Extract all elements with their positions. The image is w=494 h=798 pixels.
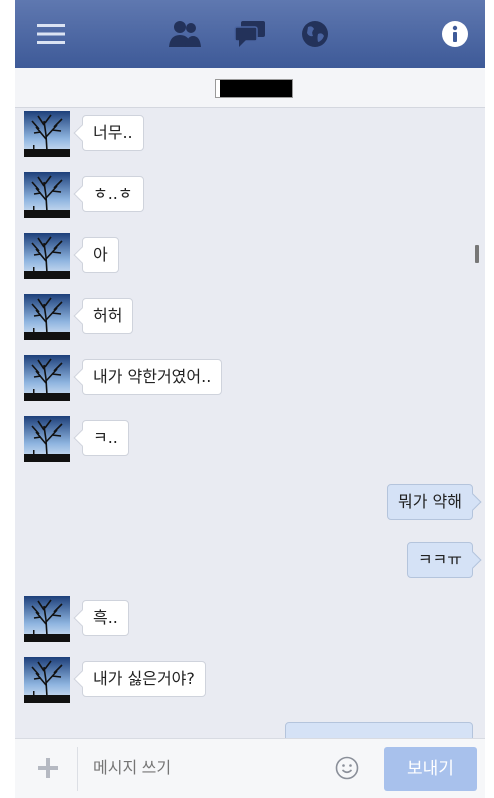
message-bubble[interactable]: 내가 약한거였어.. <box>82 359 223 395</box>
menu-icon[interactable] <box>31 14 71 54</box>
avatar[interactable] <box>24 596 70 642</box>
redacted-contact-name <box>215 79 293 98</box>
avatar[interactable] <box>24 294 70 340</box>
messages-icon[interactable] <box>230 14 270 54</box>
scrollbar[interactable] <box>475 245 479 263</box>
info-icon[interactable] <box>435 14 475 54</box>
message-input[interactable] <box>93 755 323 783</box>
avatar[interactable] <box>24 355 70 401</box>
avatar[interactable] <box>24 657 70 703</box>
incoming-message: 너무.. <box>15 111 485 159</box>
message-bubble[interactable]: 너무.. <box>82 115 144 151</box>
message-bubble[interactable]: ㅋ.. <box>82 420 129 456</box>
globe-icon[interactable] <box>295 14 335 54</box>
avatar[interactable] <box>24 233 70 279</box>
incoming-message: 아 <box>15 233 485 281</box>
message-bubble[interactable]: ㅋㅋㅠ <box>406 542 473 578</box>
message-list[interactable]: 너무.. ㅎ..ㅎ 아허허내가 약한거였어.. ㅋ.. 뭐가 약해 ㅋㅋㅠ 흑.. 내가 싫은… <box>15 108 485 738</box>
incoming-message: 내가 약한거였어.. <box>15 355 485 403</box>
incoming-message: 흑.. <box>15 596 485 644</box>
incoming-message: ㅎ..ㅎ <box>15 172 485 220</box>
message-bubble[interactable]: 아 <box>82 237 119 273</box>
send-button[interactable]: 보내기 <box>384 747 477 791</box>
divider <box>77 747 78 791</box>
message-bubble[interactable]: 뭐가 약해 <box>387 484 473 520</box>
message-bubble[interactable]: 허허 <box>82 298 134 334</box>
emoji-icon[interactable] <box>335 756 359 780</box>
avatar[interactable] <box>24 111 70 157</box>
messenger-screen: 너무.. ㅎ..ㅎ 아허허내가 약한거였어.. ㅋ.. 뭐가 약해 ㅋㅋㅠ 흑.. 내가 싫은… <box>15 0 485 798</box>
message-bubble[interactable]: 흑.. <box>82 600 129 636</box>
message-composer: 보내기 <box>15 738 485 798</box>
outgoing-message: ㅋㅋㅠ <box>15 538 485 586</box>
incoming-message: 내가 싫은거야? <box>15 657 485 705</box>
incoming-message: 허허 <box>15 294 485 342</box>
attach-plus-icon[interactable] <box>33 753 63 783</box>
avatar[interactable] <box>24 172 70 218</box>
incoming-message: ㅋ.. <box>15 416 485 464</box>
outgoing-message: 뭐가 약해 <box>15 480 485 528</box>
avatar[interactable] <box>24 416 70 462</box>
friends-icon[interactable] <box>165 14 205 54</box>
message-bubble[interactable]: 내가 싫은거야? <box>82 661 206 697</box>
message-bubble[interactable]: ㅎ..ㅎ <box>82 176 144 212</box>
top-nav-bar <box>15 0 485 68</box>
